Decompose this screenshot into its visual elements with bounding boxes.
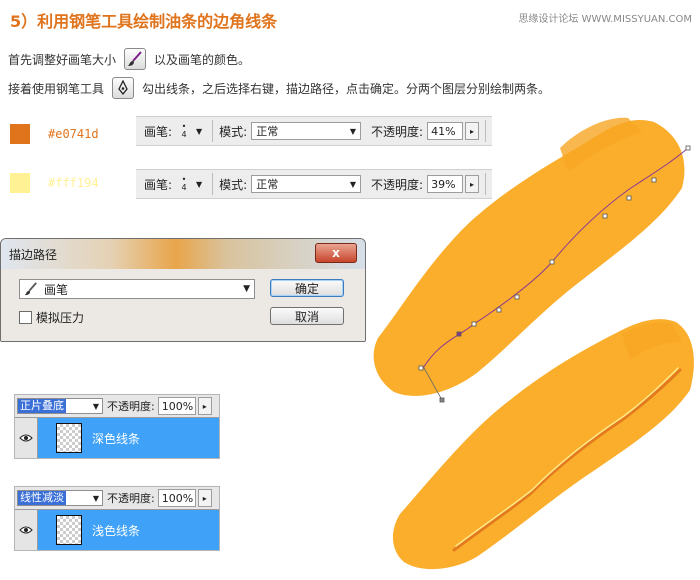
layer-thumbnail xyxy=(56,423,82,453)
path-anchor[interactable] xyxy=(602,213,608,219)
path-anchor[interactable] xyxy=(626,195,632,201)
path-anchor[interactable] xyxy=(439,397,445,403)
close-icon[interactable]: x xyxy=(315,243,357,263)
layer-name[interactable]: 深色线条 xyxy=(92,430,140,447)
layers-panel-dark: 正片叠底 ▼ 不透明度: 100% ▸ 深色线条 xyxy=(14,394,220,459)
brush-tool-icon xyxy=(24,282,37,296)
opacity-stepper-icon[interactable]: ▸ xyxy=(197,489,212,507)
mode-value: 正常 xyxy=(256,125,279,138)
path-anchor[interactable] xyxy=(651,177,657,183)
mode-select[interactable]: 正常 ▼ xyxy=(251,175,362,193)
chevron-down-icon: ▼ xyxy=(92,493,99,503)
cancel-button[interactable]: 取消 xyxy=(270,307,344,325)
stroke-tool-select[interactable]: 画笔 ▼ xyxy=(19,279,255,299)
blend-mode-value: 正片叠底 xyxy=(18,399,66,413)
mode-label: 模式: xyxy=(219,177,248,192)
mode-value: 正常 xyxy=(256,178,279,191)
layer-opacity-label: 不透明度: xyxy=(107,400,155,413)
chevron-down-icon[interactable]: ▼ xyxy=(196,180,202,189)
blend-mode-select[interactable]: 正片叠底 ▼ xyxy=(17,398,103,414)
brush-label: 画笔: xyxy=(144,124,173,139)
chevron-down-icon: ▼ xyxy=(349,179,357,189)
instruction-line-2: 接着使用钢笔工具 勾出线条，之后选择右键，描边路径，点击确定。分两个图层分别绘制… xyxy=(8,77,550,99)
stroke-tool-value: 画笔 xyxy=(44,282,69,297)
dark-color-swatch xyxy=(10,124,30,144)
chevron-down-icon: ▼ xyxy=(92,401,99,411)
watermark: 思缘设计论坛 WWW.MISSYUAN.COM xyxy=(518,14,692,25)
brush-size-picker[interactable]: • 4 xyxy=(176,120,192,142)
layer-options-row: 正片叠底 ▼ 不透明度: 100% ▸ xyxy=(15,395,219,417)
instruction-text: 勾出线条，之后选择右键，描边路径，点击确定。分两个图层分别绘制两条。 xyxy=(142,81,551,96)
dialog-body: 画笔 ▼ 模拟压力 确定 取消 xyxy=(1,269,365,341)
dark-color-hex: #e0741d xyxy=(48,127,99,141)
simulate-pressure-checkbox[interactable] xyxy=(19,311,32,324)
eye-icon[interactable] xyxy=(15,418,38,458)
eye-icon[interactable] xyxy=(15,510,38,550)
toolbar-divider xyxy=(212,173,214,195)
stroke-tool-current: 画笔 xyxy=(24,281,68,298)
chevron-down-icon: ▼ xyxy=(349,126,357,136)
brush-size-picker[interactable]: • 4 xyxy=(176,173,192,195)
instruction-text: 接着使用钢笔工具 xyxy=(8,81,105,96)
churro-artwork xyxy=(373,117,694,570)
simulate-pressure-label: 模拟压力 xyxy=(36,311,85,325)
brush-tool-icon xyxy=(124,48,147,70)
layer-row-dark-line[interactable]: 深色线条 xyxy=(15,417,219,458)
opacity-stepper-icon[interactable]: ▸ xyxy=(197,397,212,415)
light-color-swatch xyxy=(10,173,30,193)
brush-label: 画笔: xyxy=(144,177,173,192)
toolbar-divider xyxy=(212,120,214,142)
layer-options-row: 线性减淡 ▼ 不透明度: 100% ▸ xyxy=(15,487,219,509)
stroke-path-dialog: 描边路径 x 画笔 ▼ 模拟压力 确定 取消 xyxy=(0,238,366,342)
path-anchor[interactable] xyxy=(549,259,555,265)
simulate-pressure-option[interactable]: 模拟压力 xyxy=(19,309,84,326)
step-title: 5）利用钢笔工具绘制油条的边角线条 xyxy=(10,12,278,31)
path-anchor[interactable] xyxy=(418,365,424,371)
dialog-title: 描边路径 xyxy=(9,247,58,262)
layer-thumbnail xyxy=(56,515,82,545)
blend-mode-value: 线性减淡 xyxy=(18,491,66,505)
layer-opacity-input[interactable]: 100% xyxy=(157,489,196,507)
path-anchor[interactable] xyxy=(471,321,477,327)
layer-row-light-line[interactable]: 浅色线条 xyxy=(15,509,219,550)
brush-size-value: 4 xyxy=(181,183,187,192)
layer-name[interactable]: 浅色线条 xyxy=(92,522,140,539)
brush-size-value: 4 xyxy=(181,130,187,139)
dialog-title-bar[interactable]: 描边路径 x xyxy=(1,239,365,269)
instruction-text: 首先调整好画笔大小 xyxy=(8,52,117,67)
layers-panel-light: 线性减淡 ▼ 不透明度: 100% ▸ 浅色线条 xyxy=(14,486,220,551)
path-anchor[interactable] xyxy=(514,294,520,300)
path-anchor[interactable] xyxy=(496,307,502,313)
mode-select[interactable]: 正常 ▼ xyxy=(251,122,362,140)
path-anchor[interactable] xyxy=(685,145,691,151)
light-color-hex: #fff194 xyxy=(48,176,99,190)
chevron-down-icon: ▼ xyxy=(243,284,250,294)
blend-mode-select[interactable]: 线性减淡 ▼ xyxy=(17,490,103,506)
layer-opacity-label: 不透明度: xyxy=(107,492,155,505)
chevron-down-icon[interactable]: ▼ xyxy=(196,127,202,136)
instruction-text: 以及画笔的颜色。 xyxy=(154,52,251,67)
pen-tool-icon xyxy=(112,77,135,99)
layer-opacity-input[interactable]: 100% xyxy=(157,397,196,415)
ok-button[interactable]: 确定 xyxy=(270,279,344,297)
instruction-line-1: 首先调整好画笔大小 以及画笔的颜色。 xyxy=(8,48,250,70)
mode-label: 模式: xyxy=(219,124,248,139)
path-anchor[interactable] xyxy=(456,331,462,337)
